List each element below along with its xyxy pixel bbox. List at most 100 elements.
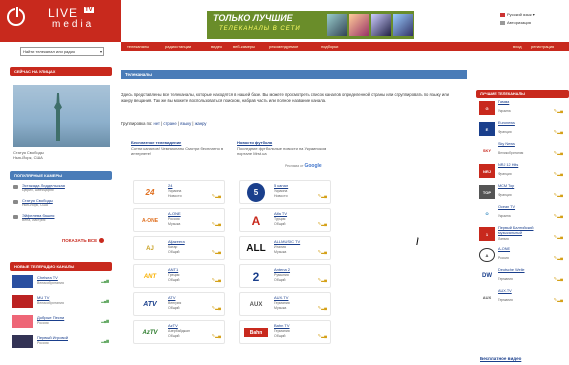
channel-card[interactable]: AUX AUX.TV Германия Музыка ✎▂▄ [239, 292, 331, 316]
new-channel-link[interactable]: Chelsea TV [37, 275, 58, 280]
channel-name[interactable]: 24 [168, 183, 172, 188]
list-item[interactable]: DW Deutsche Welle Германия ✎▂▄ [476, 267, 569, 287]
channel-card[interactable]: 24 24 Украина Новости ✎▂▄ [133, 180, 225, 204]
banner-title: ТОЛЬКО ЛУЧШИЕ [213, 13, 293, 23]
signal-icon: ✎▂▄ [553, 297, 563, 302]
channel-name[interactable]: ALLMUSIC TV [274, 239, 300, 244]
signal-icon: ✎▂▄ [317, 221, 327, 226]
list-item[interactable]: O Ocean TV Украина ✎▂▄ [476, 204, 569, 224]
promo-left[interactable]: Бесплатное телевидение Сотни каналов! Че… [131, 140, 226, 156]
list-item[interactable]: AUX AUX.TV Германия ✎▂▄ [476, 288, 569, 308]
new-channel-link[interactable]: MU TV [37, 295, 49, 300]
nav-item-collections[interactable]: подборки [321, 44, 338, 49]
nav-login[interactable]: вход [513, 44, 522, 49]
channel-logo: A [479, 248, 495, 262]
list-item[interactable]: MU TV Великобритания ▂▄▆ [10, 293, 112, 311]
best-channel-link[interactable]: Deutsche Welle [498, 268, 546, 273]
list-item[interactable]: NRJ NRJ 12 Hits Франция ✎▂▄ [476, 162, 569, 182]
channel-name[interactable]: ATV [168, 295, 175, 300]
nav-item-video[interactable]: видео [211, 44, 222, 49]
promo-right[interactable]: Новости футбола Последние футбольные нов… [237, 140, 332, 156]
channel-card[interactable]: ATV ATV Венгрия Общий ✎▂▄ [133, 292, 225, 316]
camera-icon [13, 215, 18, 219]
best-channels-section: ЛУЧШИЕ ТЕЛЕКАНАЛЫ G Гамма Украина ✎▂▄ Е … [476, 90, 569, 308]
list-item[interactable]: Добрые Песни Россия ▂▄▆ [10, 313, 112, 331]
groupby-country-link[interactable]: стране [163, 121, 176, 126]
show-all-button[interactable]: ПОКАЗАТЬ ВСЕ [62, 238, 105, 244]
list-item[interactable]: TOP MCM Top Франция ✎▂▄ [476, 183, 569, 203]
ads-by-google[interactable]: Реклама от Google [285, 163, 322, 169]
ad-banner[interactable]: ТОЛЬКО ЛУЧШИЕ ТЕЛЕКАНАЛЫ В СЕТИ [207, 11, 414, 39]
list-item[interactable]: Е Euronews Франция ✎▂▄ [476, 120, 569, 140]
channel-card[interactable]: ALL ALLMUSIC TV Италия Музыка ✎▂▄ [239, 236, 331, 260]
channel-card[interactable]: AJ Aljazeera Катар Общий ✎▂▄ [133, 236, 225, 260]
channel-card[interactable]: Bahn Bahn TV Германия Общий ✎▂▄ [239, 320, 331, 344]
channel-name[interactable]: Aljazeera [168, 239, 185, 244]
best-channel-link[interactable]: Euronews [498, 121, 546, 126]
channel-card[interactable]: A Alfa TV Турция Общий ✎▂▄ [239, 208, 331, 232]
best-channel-link[interactable]: A-ONE [498, 247, 546, 252]
list-item[interactable]: Первый Игровой Россия ▂▄▆ [10, 333, 112, 351]
promo-left-title[interactable]: Бесплатное телевидение [131, 140, 226, 145]
popular-cam-location: Цюрих, Швейцария [22, 188, 54, 192]
signal-icon: ▂▄▆ [101, 319, 109, 323]
new-channel-link[interactable]: Первый Игровой [37, 335, 68, 340]
best-channel-link[interactable]: NRJ 12 Hits [498, 163, 546, 168]
best-channel-link[interactable]: Ocean TV [498, 205, 546, 210]
channel-name[interactable]: AzTV [168, 323, 178, 328]
list-item[interactable]: 1 Первый Балтийский музыкальный Латвия ✎… [476, 225, 569, 245]
list-item[interactable]: SKY Sky News Великобритания ✎▂▄ [476, 141, 569, 161]
channel-name[interactable]: Bahn TV [274, 323, 290, 328]
search-select[interactable]: Найти телеканал или радио ▾ [20, 47, 104, 56]
groupby-language-link[interactable]: языку [180, 121, 191, 126]
channel-name[interactable]: Alfa TV [274, 211, 287, 216]
main-content: Телеканалы Здесь представлены все телека… [121, 70, 467, 365]
list-item[interactable]: Эстакада Лиддельская Цюрих, Швейцария [10, 183, 112, 195]
channel-genre: Музыка [274, 250, 287, 254]
free-video-link[interactable]: Бесплатное видео [480, 356, 521, 361]
channel-name[interactable]: A-ONE [168, 211, 181, 216]
webcam-caption: Статуя Свободы Нью-Йорк, США [13, 150, 73, 160]
channel-card[interactable]: AzTV AzTV Азербайджан Общий ✎▂▄ [133, 320, 225, 344]
best-channel-country: Германия [498, 298, 513, 302]
best-channel-link[interactable]: Sky News [498, 142, 546, 147]
nav-item-webcams[interactable]: веб-камеры [233, 44, 255, 49]
nav-item-recommended[interactable]: рекомендуемое [269, 44, 298, 49]
channel-name[interactable]: ANT1 [168, 267, 178, 272]
channel-country: Румыния [274, 273, 289, 277]
promo-right-title[interactable]: Новости футбола [237, 140, 332, 145]
language-selector[interactable]: Русский язык ▾ Авторизация [500, 12, 535, 25]
best-channel-link[interactable]: AUX.TV [498, 289, 546, 294]
channel-card[interactable]: 2 Antena 2 Румыния Общий ✎▂▄ [239, 264, 331, 288]
new-channel-country: Россия [37, 341, 49, 345]
best-channel-link[interactable]: Первый Балтийский музыкальный [498, 226, 546, 235]
channel-card[interactable]: ANT ANT1 Греция Общий ✎▂▄ [133, 264, 225, 288]
channel-name[interactable]: AUX.TV [274, 295, 288, 300]
channel-country: Греция [168, 273, 180, 277]
list-item[interactable]: Chelsea TV Великобритания ▂▄▆ [10, 273, 112, 291]
channel-card[interactable]: A-ONE A-ONE Россия Музыка ✎▂▄ [133, 208, 225, 232]
channel-country: Украина [168, 189, 182, 193]
new-channel-link[interactable]: Добрые Песни [37, 315, 64, 320]
login-link[interactable]: Авторизация [507, 20, 531, 25]
site-logo[interactable]: LIVE TV media [0, 0, 121, 42]
nav-item-radio[interactable]: радиостанции [165, 44, 191, 49]
best-channel-link[interactable]: Гамма [498, 100, 546, 105]
webcam-preview[interactable] [13, 85, 110, 147]
groupby-genre-link[interactable]: жанру [195, 121, 207, 126]
best-channel-link[interactable]: MCM Top [498, 184, 546, 189]
nav-item-channels[interactable]: телеканалы [127, 44, 149, 49]
channel-name[interactable]: 5 канал [274, 183, 288, 188]
search-placeholder: Найти телеканал или радио [23, 49, 76, 54]
groupby-none-link[interactable]: нет [154, 121, 160, 126]
channel-card[interactable]: 5 5 канал Украина Новости ✎▂▄ [239, 180, 331, 204]
channel-name[interactable]: Antena 2 [274, 267, 290, 272]
signal-icon: ✎▂▄ [211, 221, 221, 226]
list-item[interactable]: Статуя Свободы Нью-Йорк, США [10, 198, 112, 210]
list-item[interactable]: Эйфелева башня Вена, Австрия [10, 213, 112, 225]
nav-register[interactable]: регистрация [531, 44, 554, 49]
list-item[interactable]: G Гамма Украина ✎▂▄ [476, 99, 569, 119]
signal-icon: ✎▂▄ [317, 193, 327, 198]
statue-of-liberty-image [54, 93, 62, 141]
list-item[interactable]: A A-ONE Россия ✎▂▄ [476, 246, 569, 266]
